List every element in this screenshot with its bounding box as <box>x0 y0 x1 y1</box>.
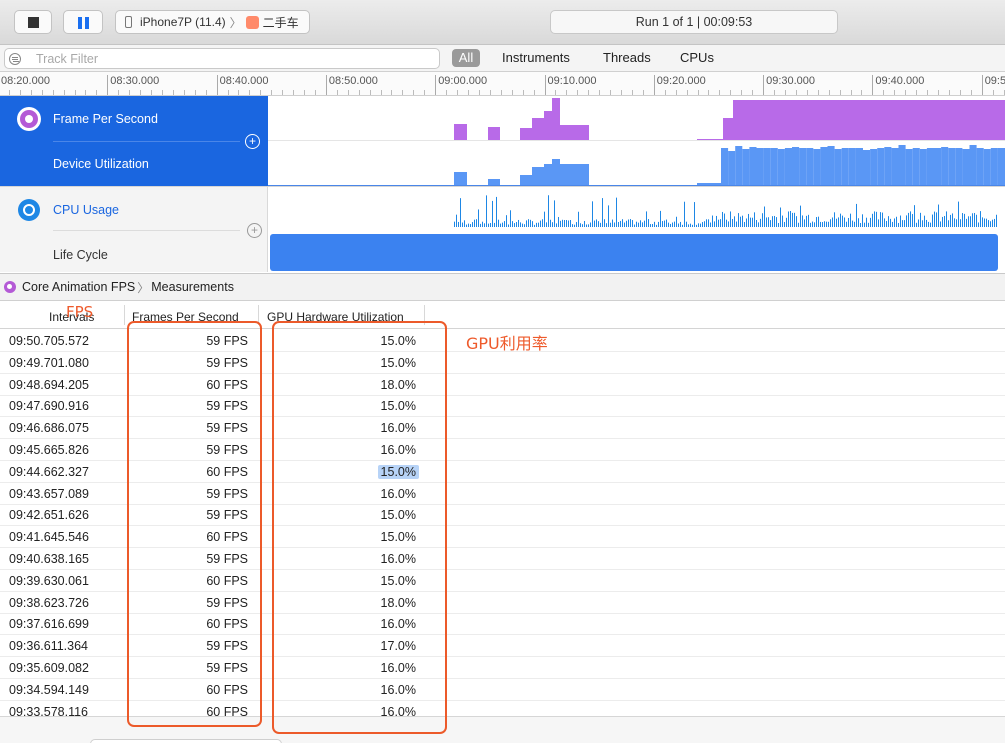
add-track-icon[interactable]: + <box>247 223 262 238</box>
target-app-label: 二手车 <box>262 15 299 30</box>
detail-breadcrumb: Core Animation FPS 〉 Measurements <box>0 273 1005 301</box>
pause-button[interactable] <box>63 10 103 34</box>
interval-cell: 09:35.609.082 <box>9 661 89 675</box>
track-label-cpu-usage: CPU Usage <box>53 203 119 217</box>
filter-icon <box>9 52 21 65</box>
target-device-selector[interactable]: iPhone7P (11.4) 〉 二手车 <box>115 10 310 34</box>
core-animation-icon <box>4 281 16 293</box>
pause-icon <box>78 17 82 29</box>
interval-cell: 09:44.662.327 <box>9 464 89 479</box>
chevron-right-icon: 〉 <box>229 15 242 30</box>
interval-cell: 09:41.645.546 <box>9 530 89 545</box>
chevron-right-icon: 〉 <box>137 280 150 295</box>
breadcrumb-view[interactable]: Measurements <box>151 280 234 294</box>
life-cycle-graph[interactable] <box>268 230 1005 272</box>
interval-cell: 09:37.616.699 <box>9 617 89 632</box>
interval-cell: 09:40.638.165 <box>9 552 89 566</box>
interval-cell: 09:36.611.364 <box>9 639 89 654</box>
interval-cell: 09:39.630.061 <box>9 573 89 588</box>
gpu-annotation-box <box>272 321 447 734</box>
add-track-icon[interactable]: + <box>245 134 260 149</box>
interval-cell: 09:48.694.205 <box>9 377 89 392</box>
gpu-annotation-label: GPU利用率 <box>466 334 548 353</box>
interval-cell: 09:38.623.726 <box>9 595 89 610</box>
scope-all-button[interactable]: All <box>452 49 480 67</box>
interval-cell: 09:47.690.916 <box>9 399 89 414</box>
interval-cell: 09:34.594.149 <box>9 682 89 697</box>
stop-icon <box>28 17 39 28</box>
device-utilization-graph[interactable] <box>268 141 1005 186</box>
track-label-frame-per-second: Frame Per Second <box>53 112 158 126</box>
interval-cell: 09:45.665.826 <box>9 443 89 457</box>
interval-cell: 09:49.701.080 <box>9 355 89 370</box>
life-cycle-bar <box>270 234 998 271</box>
fps-annotation-box <box>127 321 262 727</box>
run-status: Run 1 of 1 | 00:09:53 <box>550 10 838 34</box>
scope-instruments-button[interactable]: Instruments <box>502 50 570 65</box>
scope-threads-button[interactable]: Threads <box>603 50 651 65</box>
app-icon <box>245 15 259 29</box>
fps-graph[interactable] <box>268 96 1005 141</box>
device-label: iPhone7P (11.4) <box>140 15 226 29</box>
breadcrumb-instrument[interactable]: Core Animation FPS <box>22 280 135 294</box>
cpu-track-header[interactable]: CPU Usage Life Cycle + <box>0 187 268 272</box>
core-animation-icon <box>17 107 41 131</box>
cpu-usage-icon <box>18 199 40 221</box>
track-label-life-cycle: Life Cycle <box>53 248 108 262</box>
timeline-ruler[interactable]: 08:20.000 08:30.000 08:40.000 08:50.000 09:0… <box>0 72 1005 96</box>
filter-bar: Track Filter All Instruments Threads CPU… <box>0 45 1005 72</box>
track-filter-input[interactable]: Track Filter <box>4 48 440 69</box>
iphone-icon <box>125 16 132 28</box>
fps-annotation-label: FPS <box>66 303 94 321</box>
interval-cell: 09:43.657.089 <box>9 486 89 501</box>
track-label-device-utilization: Device Utilization <box>53 157 149 171</box>
scope-cpus-button[interactable]: CPUs <box>680 50 714 65</box>
core-animation-track-header[interactable]: Frame Per Second Device Utilization + <box>0 96 268 186</box>
track-filter-placeholder: Track Filter <box>36 51 99 66</box>
toolbar: iPhone7P (11.4) 〉 二手车 Run 1 of 1 | 00:09… <box>0 0 1005 45</box>
cpu-usage-graph[interactable] <box>268 187 1005 230</box>
stop-button[interactable] <box>14 10 52 34</box>
interval-cell: 09:46.686.075 <box>9 421 89 436</box>
interval-cell: 09:42.651.626 <box>9 508 89 523</box>
interval-cell: 09:50.705.572 <box>9 334 89 348</box>
track-area: Frame Per Second Device Utilization + CP… <box>0 96 1005 272</box>
detail-filter-field[interactable] <box>90 739 282 743</box>
